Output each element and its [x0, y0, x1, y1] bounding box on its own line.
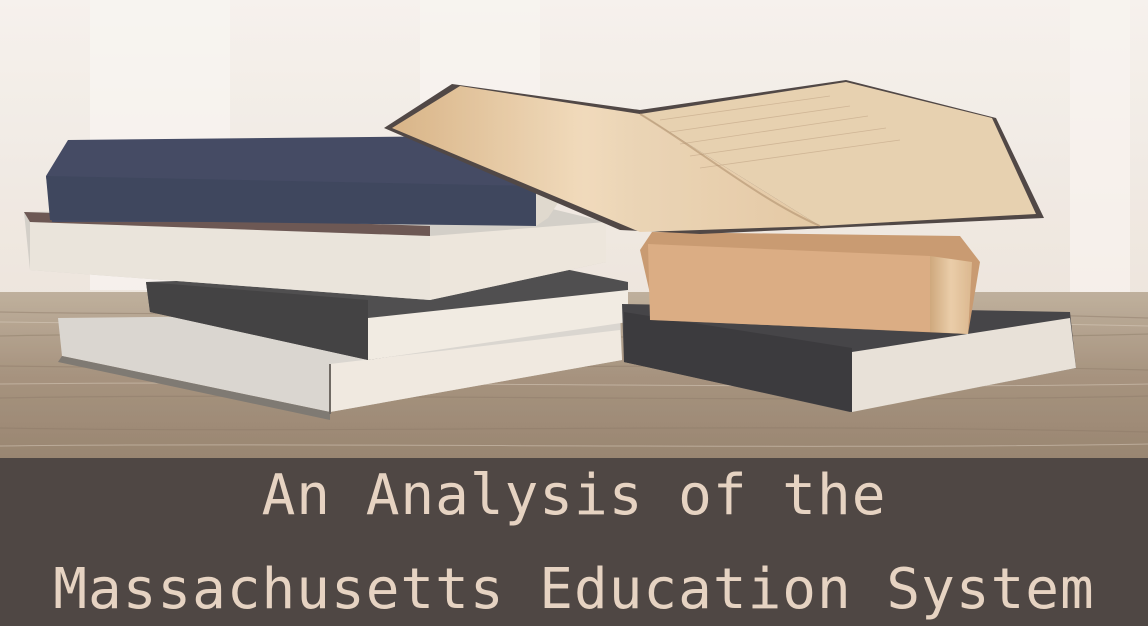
- title-banner: An Analysis of the Massachusetts Educati…: [0, 458, 1148, 626]
- books-photo: [0, 0, 1148, 458]
- title-line-2: Massachusetts Education System: [53, 557, 1095, 622]
- title-line-1: An Analysis of the: [261, 463, 887, 528]
